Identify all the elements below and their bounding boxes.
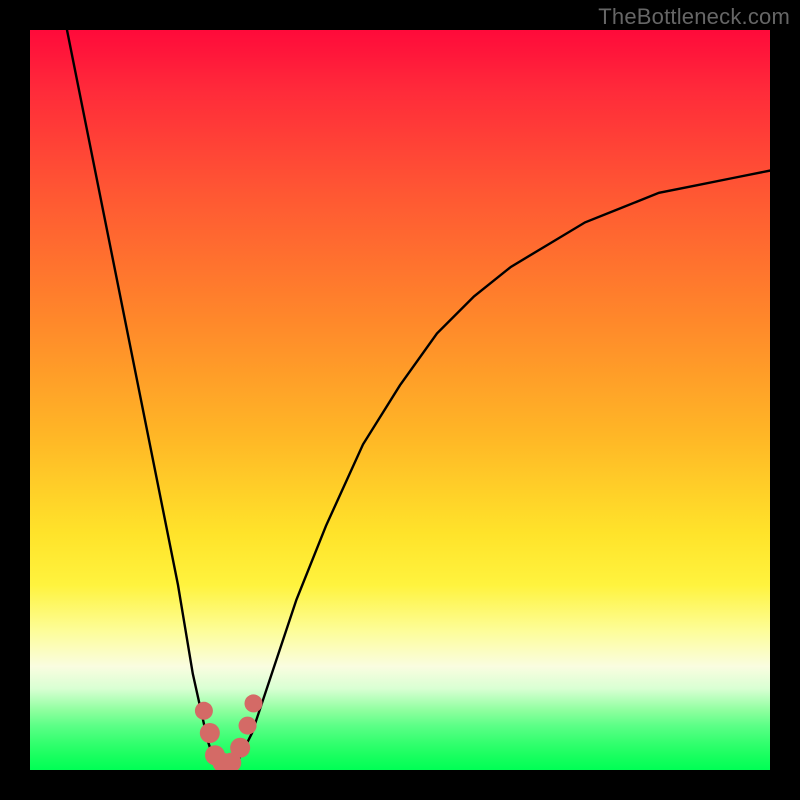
curve-layer: [30, 30, 770, 770]
curve-markers: [195, 694, 263, 770]
plot-area: [30, 30, 770, 770]
curve-marker: [200, 723, 220, 743]
curve-marker: [239, 717, 257, 735]
bottleneck-curve: [67, 30, 770, 770]
curve-marker: [221, 753, 241, 770]
curve-marker: [195, 702, 213, 720]
watermark-text: TheBottleneck.com: [598, 4, 790, 30]
chart-frame: TheBottleneck.com: [0, 0, 800, 800]
curve-marker: [205, 745, 225, 765]
curve-marker: [230, 738, 250, 758]
curve-marker: [244, 694, 262, 712]
curve-marker: [212, 753, 232, 770]
